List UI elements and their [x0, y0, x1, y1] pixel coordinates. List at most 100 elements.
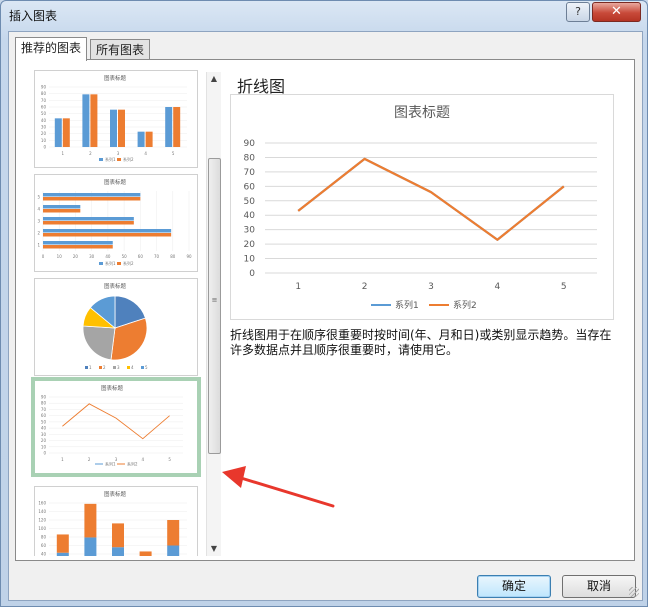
thumb-bar: [165, 107, 173, 147]
thumb-tick-label: 60: [138, 254, 144, 259]
thumb-bar: [43, 205, 81, 209]
thumb-tick-label: 160: [38, 501, 46, 506]
y-tick-label: 90: [244, 139, 256, 149]
thumb-bar: [54, 118, 62, 147]
thumb-tick-label: 5: [172, 151, 175, 156]
thumb-title: 图表标题: [104, 282, 127, 290]
scroll-down-icon[interactable]: ▼: [207, 542, 221, 556]
thumb-tick-label: 系列2: [123, 156, 134, 162]
thumb-tick-label: 100: [38, 526, 46, 531]
thumb-bar: [43, 229, 172, 233]
thumb-bar: [137, 131, 145, 147]
pie-thumbnail-chart: 图表标题 1 2 3 4 5: [82, 282, 148, 370]
thumb-tick-label: 50: [41, 419, 47, 424]
thumb-tick-label: 70: [41, 407, 47, 412]
thumb-tick-label: 80: [41, 401, 47, 406]
thumb-tick-label: 1: [89, 365, 92, 370]
thumb-title: 图表标题: [104, 490, 127, 498]
thumb-line: [62, 403, 170, 440]
thumb-legend-swatch: [85, 366, 88, 369]
thumb-tick-label: 60: [41, 413, 47, 418]
y-tick-label: 0: [249, 269, 255, 279]
thumb-bar: [84, 503, 97, 538]
thumbnail-clustered-column[interactable]: 图表标题 0 10 20 30 40 50 60 70 80 90 1 2 3 4 5 系列1 系列2: [34, 70, 198, 168]
preview-line-chart: 图表标题 0 10 20 30 40 50 60 70 80 90 1 2 3 4 5 系列1 系列2: [244, 105, 597, 311]
thumb-tick-label: 40: [105, 254, 111, 259]
thumb-tick-label: 140: [38, 509, 46, 514]
thumb-tick-label: 10: [41, 444, 47, 449]
thumb-bar: [110, 109, 117, 147]
thumbnail-pie[interactable]: 图表标题 1 2 3 4 5: [34, 278, 198, 376]
y-tick-label: 80: [244, 153, 256, 163]
thumb-bar: [56, 534, 69, 553]
thumb-bar: [43, 241, 113, 245]
series-line-1: [297, 157, 565, 241]
thumb-legend-swatch: [127, 366, 130, 369]
y-tick-label: 50: [244, 197, 256, 207]
y-tick-label: 20: [244, 240, 256, 250]
x-tick-label: 1: [295, 282, 301, 292]
title-bar[interactable]: 插入图表 ? ✕: [1, 1, 647, 29]
thumbnail-scrollbar[interactable]: ▲ ≡ ▼: [206, 72, 221, 556]
insert-chart-dialog: 插入图表 ? ✕ 推荐的图表 所有图表 图表标题 0 10 20 30 40 50 60 70 8…: [0, 0, 648, 607]
thumb-tick-label: 系列1: [105, 461, 116, 467]
y-tick-label: 70: [244, 168, 256, 178]
thumb-bar: [167, 520, 180, 546]
thumb-tick-label: 30: [89, 254, 95, 259]
thumb-tick-label: 40: [41, 426, 47, 431]
thumb-bar: [84, 537, 97, 556]
dialog-title: 插入图表: [9, 9, 58, 23]
thumbnail-line-selected[interactable]: 图表标题 0 10 20 30 40 50 60 70 80 90 1 2 3 4 5 系列1 系列2: [31, 377, 201, 477]
thumb-tick-label: 0: [43, 451, 46, 456]
thumb-tick-label: 2: [103, 365, 106, 370]
close-button[interactable]: ✕: [592, 2, 641, 22]
thumb-tick-label: 系列1: [105, 156, 116, 162]
cancel-button[interactable]: 取消: [562, 575, 636, 598]
thumb-tick-label: 3: [117, 365, 120, 370]
thumb-bar: [43, 233, 172, 237]
thumb-tick-label: 30: [41, 125, 47, 130]
chart-description: 折线图用于在顺序很重要时按时间(年、月和日)或类别显示趋势。当存在许多数据点并且…: [230, 328, 612, 357]
tab-all-charts[interactable]: 所有图表: [90, 39, 151, 60]
thumb-tick-label: 系列1: [105, 260, 116, 266]
thumb-tick-label: 1: [61, 457, 64, 462]
thumb-legend-swatch: [141, 366, 144, 369]
thumb-tick-label: 20: [41, 438, 47, 443]
thumb-tick-label: 60: [41, 543, 47, 548]
thumb-bar: [43, 217, 134, 221]
preview-chart: 图表标题 0 10 20 30 40 50 60 70 80 90 1 2 3 4 5 系列1 系列2: [230, 94, 614, 320]
stacked-column-thumbnail-chart: 图表标题020406080100120140160: [38, 490, 187, 556]
series-line-2: [297, 157, 565, 241]
thumb-bar: [167, 545, 180, 556]
resize-grip-icon[interactable]: [629, 587, 639, 597]
y-tick-label: 40: [244, 211, 256, 221]
x-tick-label: 4: [495, 282, 501, 292]
help-button[interactable]: ?: [566, 2, 590, 22]
legend-label-2: 系列2: [453, 299, 477, 311]
thumbnail-stacked-column[interactable]: 图表标题020406080100120140160: [34, 486, 198, 556]
pie-slice: [82, 325, 116, 361]
scrollbar-thumb[interactable]: ≡: [208, 158, 221, 454]
x-tick-label: 5: [561, 282, 567, 292]
scroll-up-icon[interactable]: ▲: [207, 72, 221, 86]
thumb-tick-label: 40: [41, 118, 47, 123]
thumb-tick-label: 4: [37, 207, 40, 212]
thumbnail-clustered-bar[interactable]: 图表标题 0 10 20 30 40 50 60 70 80 90 1 2 3 4 5 系列1 系列2: [34, 174, 198, 272]
thumb-legend-swatch: [99, 366, 102, 369]
thumb-tick-label: 5: [168, 457, 171, 462]
thumb-tick-label: 20: [41, 131, 47, 136]
thumb-tick-label: 70: [154, 254, 160, 259]
tab-recommended-charts[interactable]: 推荐的图表: [15, 37, 88, 61]
thumb-tick-label: 10: [41, 138, 47, 143]
thumb-bar: [112, 523, 124, 548]
thumb-tick-label: 1: [62, 151, 65, 156]
thumb-tick-label: 80: [41, 91, 47, 96]
thumb-bar: [173, 107, 181, 147]
thumb-tick-label: 系列2: [123, 260, 134, 266]
thumb-tick-label: 90: [41, 395, 47, 400]
thumb-tick-label: 80: [41, 535, 47, 540]
thumb-bar: [90, 94, 98, 147]
thumb-legend-swatch: [117, 262, 121, 265]
thumb-tick-label: 10: [57, 254, 63, 259]
ok-button[interactable]: 确定: [477, 575, 551, 598]
